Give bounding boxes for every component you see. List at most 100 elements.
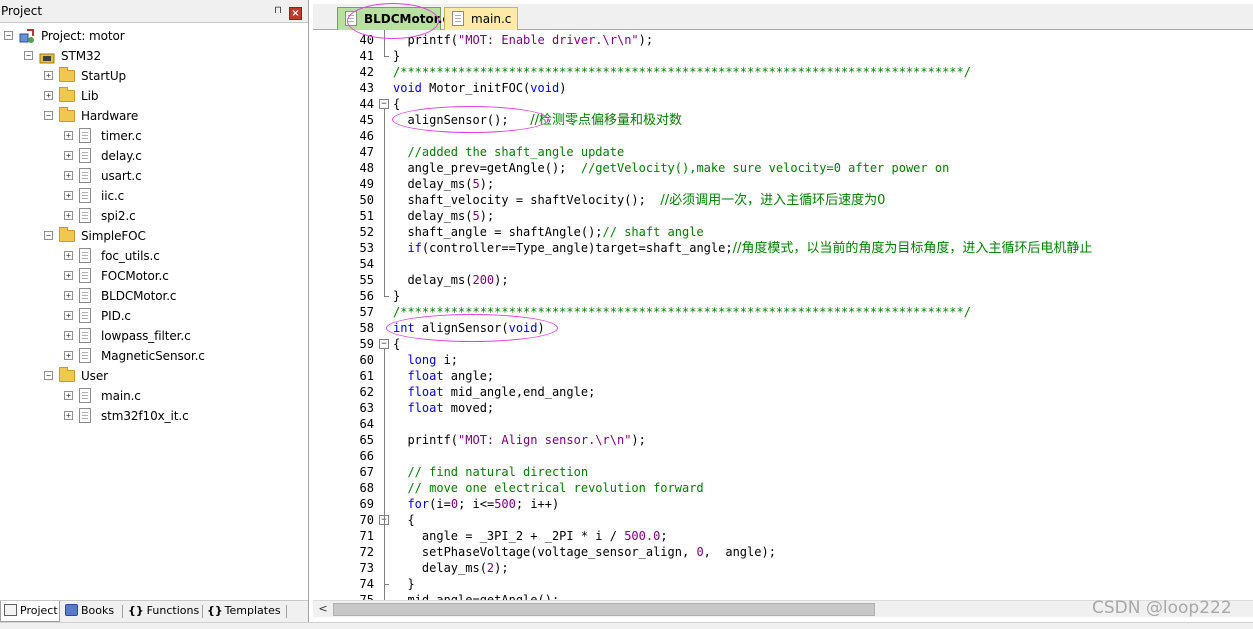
tree-item-label: StartUp	[81, 69, 127, 83]
code-line[interactable]: {	[393, 96, 400, 112]
code-line[interactable]: // move one electrical revolution forwar…	[393, 480, 703, 496]
pin-icon[interactable]: ⊓	[272, 4, 284, 18]
project-panel-titlebar: Project ⊓ ×	[0, 0, 308, 23]
tree-item-project-motor[interactable]: − Project: motor	[0, 26, 306, 46]
expand-icon[interactable]: +	[64, 271, 73, 280]
code-line[interactable]: mid_angle=getAngle();	[393, 592, 559, 600]
tree-item-startup[interactable]: + StartUp	[0, 66, 306, 86]
tab-project[interactable]: Project	[0, 601, 60, 622]
expand-icon[interactable]: +	[64, 311, 73, 320]
expand-icon[interactable]: +	[64, 331, 73, 340]
line-number: 53	[359, 241, 374, 255]
fold-collapse-icon[interactable]: −	[379, 339, 389, 349]
fold-collapse-icon[interactable]: −	[379, 99, 389, 109]
folder-icon	[59, 227, 75, 242]
code-line[interactable]: angle = _3PI_2 + _2PI * i / 500.0;	[393, 528, 668, 544]
tree-item-stm32[interactable]: − STM32	[0, 46, 306, 66]
code-line[interactable]: {	[393, 336, 400, 352]
expand-icon[interactable]: +	[64, 411, 73, 420]
tree-item-focmotor-c[interactable]: + FOCMotor.c	[0, 266, 306, 286]
folder-icon	[59, 367, 75, 382]
comment-token: // find natural direction	[393, 465, 589, 479]
code-line[interactable]: printf("MOT: Align sensor.\r\n");	[393, 432, 645, 448]
collapse-icon[interactable]: −	[4, 31, 13, 40]
expand-icon[interactable]: +	[64, 351, 73, 360]
code-line[interactable]: setPhaseVoltage(voltage_sensor_align, 0,…	[393, 544, 776, 560]
code-line[interactable]: }	[393, 48, 400, 64]
code-line[interactable]: delay_ms(2);	[393, 560, 509, 576]
code-line[interactable]: {	[393, 512, 414, 528]
expand-icon[interactable]: +	[64, 151, 73, 160]
line-number: 65	[359, 433, 374, 447]
tree-item-foc-utils-c[interactable]: + foc_utils.c	[0, 246, 306, 266]
code-line[interactable]: if(controller==Type_angle)target=shaft_a…	[393, 240, 1092, 256]
code-line[interactable]: angle_prev=getAngle(); //getVelocity(),m…	[393, 160, 949, 176]
tab-books[interactable]: Books	[65, 601, 121, 622]
code-line[interactable]: printf("MOT: Enable driver.\r\n");	[393, 32, 653, 48]
collapse-icon[interactable]: −	[44, 371, 53, 380]
code-line[interactable]: shaft_angle = shaftAngle();// shaft angl…	[393, 224, 703, 240]
code-line[interactable]: long i;	[393, 352, 458, 368]
editor-tab-main[interactable]: main.c	[444, 7, 518, 30]
tree-item-timer-c[interactable]: + timer.c	[0, 126, 306, 146]
tree-item-user[interactable]: − User	[0, 366, 306, 386]
number-token: 500	[494, 497, 516, 511]
expand-icon[interactable]: +	[64, 171, 73, 180]
code-line[interactable]: shaft_velocity = shaftVelocity(); //必须调用…	[393, 192, 885, 208]
code-token: mid_angle,end_angle;	[443, 385, 596, 399]
code-line[interactable]: void Motor_initFOC(void)	[393, 80, 566, 96]
keyword-token: void	[393, 81, 422, 95]
close-icon[interactable]: ×	[289, 7, 302, 20]
line-number: 54	[359, 257, 374, 271]
project-tab-icon	[4, 604, 17, 616]
code-line[interactable]: }	[393, 576, 414, 592]
scroll-thumb[interactable]	[333, 603, 875, 616]
code-line[interactable]: float mid_angle,end_angle;	[393, 384, 595, 400]
tree-item-main-c[interactable]: + main.c	[0, 386, 306, 406]
code-line[interactable]: /***************************************…	[393, 64, 971, 80]
tree-item-iic-c[interactable]: + iic.c	[0, 186, 306, 206]
tree-item-usart-c[interactable]: + usart.c	[0, 166, 306, 186]
tree-item-lib[interactable]: + Lib	[0, 86, 306, 106]
expand-icon[interactable]: +	[64, 391, 73, 400]
tree-item-simplefoc[interactable]: − SimpleFOC	[0, 226, 306, 246]
expand-icon[interactable]: +	[64, 211, 73, 220]
collapse-icon[interactable]: −	[44, 231, 53, 240]
tree-item-delay-c[interactable]: + delay.c	[0, 146, 306, 166]
code-line[interactable]: float moved;	[393, 400, 494, 416]
tree-item-bldcmotor-c[interactable]: + BLDCMotor.c	[0, 286, 306, 306]
tree-item-magneticsensor-c[interactable]: + MagneticSensor.c	[0, 346, 306, 366]
code-line[interactable]: delay_ms(5);	[393, 176, 494, 192]
file-icon	[79, 148, 91, 163]
collapse-icon[interactable]: −	[24, 51, 33, 60]
code-line[interactable]: delay_ms(200);	[393, 272, 508, 288]
tree-item-hardware[interactable]: − Hardware	[0, 106, 306, 126]
tab-separator	[202, 605, 203, 618]
tab-templates[interactable]: {} Templates	[207, 601, 285, 622]
expand-icon[interactable]: +	[44, 71, 53, 80]
code-line[interactable]: float angle;	[393, 368, 494, 384]
code-line[interactable]: delay_ms(5);	[393, 208, 494, 224]
code-line[interactable]: //added the shaft_angle update	[393, 144, 624, 160]
expand-icon[interactable]: +	[64, 191, 73, 200]
expand-icon[interactable]: +	[44, 91, 53, 100]
string-token: "MOT: Enable driver.\r\n"	[458, 33, 639, 47]
project-tree: − Project: motor − STM32 + StartUp + Lib − Hardwa…	[0, 26, 308, 596]
expand-icon[interactable]: +	[64, 291, 73, 300]
file-icon	[79, 288, 91, 303]
tree-item-lowpass-filter-c[interactable]: + lowpass_filter.c	[0, 326, 306, 346]
scroll-left-icon[interactable]: <	[317, 603, 329, 615]
tree-item-pid-c[interactable]: + PID.c	[0, 306, 306, 326]
code-line[interactable]: // find natural direction	[393, 464, 588, 480]
expand-icon[interactable]: +	[64, 131, 73, 140]
editor-tab-bar: BLDCMotor.c main.c	[313, 4, 1253, 30]
code-line[interactable]: for(i=0; i<=500; i++)	[393, 496, 559, 512]
tree-item-spi2-c[interactable]: + spi2.c	[0, 206, 306, 226]
collapse-icon[interactable]: −	[44, 111, 53, 120]
tab-functions[interactable]: {} Functions	[128, 601, 202, 622]
line-number: 59	[359, 337, 374, 351]
code-line[interactable]: }	[393, 288, 400, 304]
tree-item-stm32f10x-it-c[interactable]: + stm32f10x_it.c	[0, 406, 306, 426]
expand-icon[interactable]: +	[64, 251, 73, 260]
